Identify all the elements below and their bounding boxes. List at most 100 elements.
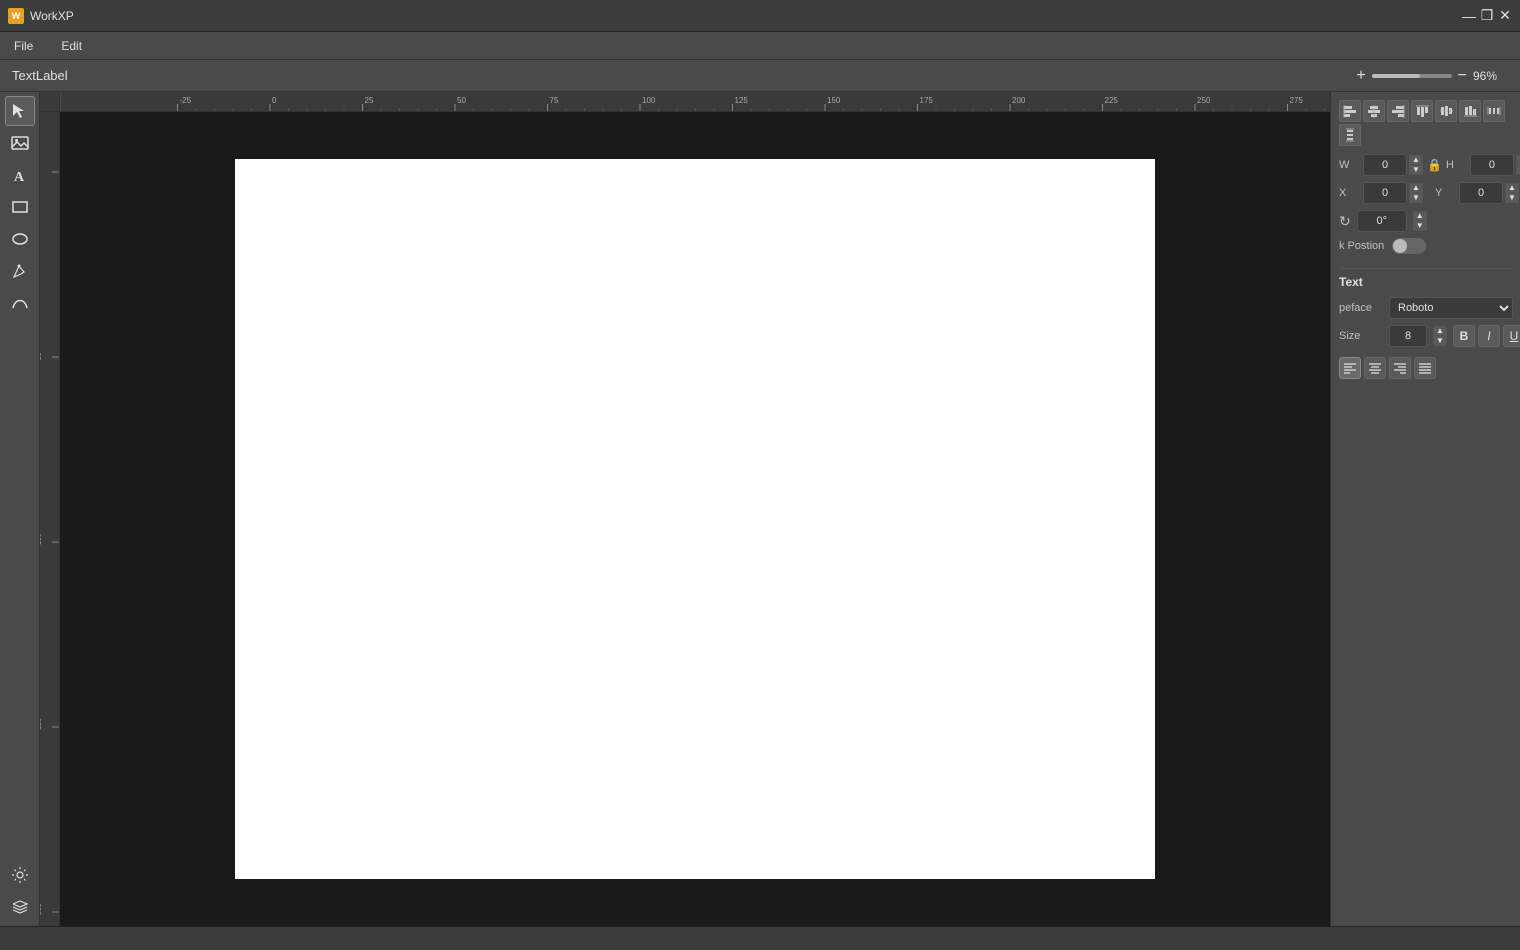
svg-text:-25: -25 <box>180 96 192 105</box>
align-vcenter-button[interactable] <box>1435 100 1457 122</box>
distribute-h-button[interactable] <box>1483 100 1505 122</box>
y-spinner: ▲ ▼ <box>1505 183 1519 203</box>
distribute-v-button[interactable] <box>1339 124 1361 146</box>
canvas-area[interactable] <box>60 112 1330 926</box>
w-label: W <box>1339 159 1359 171</box>
rotation-down-button[interactable]: ▼ <box>1413 221 1427 231</box>
size-down-button[interactable]: ▼ <box>1433 336 1447 346</box>
doc-bar: TextLabel + − 96% <box>0 60 1520 92</box>
w-up-button[interactable]: ▲ <box>1409 155 1423 165</box>
minimize-button[interactable]: — <box>1462 9 1476 23</box>
size-up-button[interactable]: ▲ <box>1433 326 1447 336</box>
align-top-button[interactable] <box>1411 100 1433 122</box>
panel-align-row <box>1339 100 1512 146</box>
lock-icon: 🔒 <box>1427 158 1442 172</box>
menu-file[interactable]: File <box>8 37 39 55</box>
w-spinner: ▲ ▼ <box>1409 155 1423 175</box>
font-select[interactable]: Roboto Arial Times New Roman Courier New <box>1389 297 1513 319</box>
rotation-row: ↻ ▲ ▼ <box>1339 210 1512 232</box>
x-spinner: ▲ ▼ <box>1409 183 1423 203</box>
maximize-button[interactable]: ❒ <box>1480 9 1494 23</box>
rotation-input[interactable] <box>1357 210 1407 232</box>
zoom-value: 96% <box>1473 69 1508 83</box>
bottom-bar <box>0 926 1520 950</box>
h-up-button[interactable]: ▲ <box>1516 155 1520 165</box>
kpos-label: k Postion <box>1339 240 1384 252</box>
x-down-button[interactable]: ▼ <box>1409 193 1423 203</box>
svg-text:50: 50 <box>457 96 466 105</box>
h-down-button[interactable]: ▼ <box>1516 165 1520 175</box>
arrow-tool[interactable] <box>5 96 35 126</box>
zoom-out-button[interactable]: − <box>1458 67 1467 85</box>
canvas-row: 50100150200 <box>40 112 1330 926</box>
menu-bar: File Edit <box>0 32 1520 60</box>
align-right-button[interactable] <box>1387 100 1409 122</box>
pen-tool[interactable] <box>5 256 35 286</box>
title-bar-left: W WorkXP <box>8 8 74 24</box>
svg-text:100: 100 <box>40 533 43 545</box>
left-toolbar: A <box>0 92 40 926</box>
h-ruler: -250255075100125150175200225250275 <box>60 92 1330 112</box>
svg-text:A: A <box>14 170 25 184</box>
x-input-group: ▲ ▼ <box>1363 182 1423 204</box>
underline-button[interactable]: U <box>1503 325 1520 347</box>
text-align-buttons <box>1339 357 1512 379</box>
text-align-justify-button[interactable] <box>1414 357 1436 379</box>
w-down-button[interactable]: ▼ <box>1409 165 1423 175</box>
y-down-button[interactable]: ▼ <box>1505 193 1519 203</box>
svg-text:75: 75 <box>550 96 559 105</box>
curve-tool[interactable] <box>5 288 35 318</box>
text-align-right-button[interactable] <box>1389 357 1411 379</box>
y-up-button[interactable]: ▲ <box>1505 183 1519 193</box>
zoom-slider-fill <box>1372 74 1420 78</box>
font-size-spinner: ▲ ▼ <box>1433 326 1447 346</box>
close-button[interactable]: ✕ <box>1498 9 1512 23</box>
svg-text:0: 0 <box>272 96 277 105</box>
image-tool[interactable] <box>5 128 35 158</box>
svg-text:250: 250 <box>1197 96 1211 105</box>
svg-text:200: 200 <box>40 903 43 915</box>
zoom-in-button[interactable]: + <box>1356 67 1365 85</box>
w-input[interactable] <box>1363 154 1407 176</box>
rotation-up-button[interactable]: ▲ <box>1413 211 1427 221</box>
xy-row: X ▲ ▼ Y ▲ ▼ <box>1339 182 1512 204</box>
h-input[interactable] <box>1470 154 1514 176</box>
svg-text:125: 125 <box>735 96 749 105</box>
bold-button[interactable]: B <box>1453 325 1475 347</box>
text-section-label: Text <box>1339 275 1512 289</box>
wh-row: W ▲ ▼ 🔒 H ▲ ▼ <box>1339 154 1512 176</box>
main-area: A <box>0 92 1520 926</box>
h-ruler-container: -250255075100125150175200225250275 50100… <box>40 92 1330 926</box>
text-align-left-button[interactable] <box>1339 357 1361 379</box>
align-left-button[interactable] <box>1339 100 1361 122</box>
divider1 <box>1339 268 1512 269</box>
right-panel: W ▲ ▼ 🔒 H ▲ ▼ X <box>1330 92 1520 926</box>
title-text: WorkXP <box>30 9 74 23</box>
rotation-spinner: ▲ ▼ <box>1413 211 1427 231</box>
zoom-slider[interactable] <box>1372 74 1452 78</box>
w-input-group: ▲ ▼ <box>1363 154 1423 176</box>
h-spinner: ▲ ▼ <box>1516 155 1520 175</box>
layers-tool[interactable] <box>5 892 35 922</box>
x-input[interactable] <box>1363 182 1407 204</box>
align-center-h-button[interactable] <box>1363 100 1385 122</box>
ruler-corner <box>40 92 60 112</box>
h-label: H <box>1446 159 1466 171</box>
font-label: peface <box>1339 302 1383 314</box>
font-size-input[interactable] <box>1389 325 1427 347</box>
text-align-center-button[interactable] <box>1364 357 1386 379</box>
italic-button[interactable]: I <box>1478 325 1500 347</box>
ellipse-tool[interactable] <box>5 224 35 254</box>
text-tool[interactable]: A <box>5 160 35 190</box>
menu-edit[interactable]: Edit <box>55 37 88 55</box>
x-up-button[interactable]: ▲ <box>1409 183 1423 193</box>
align-bottom-button[interactable] <box>1459 100 1481 122</box>
x-label: X <box>1339 187 1359 199</box>
toggle-knob <box>1393 239 1407 253</box>
h-input-group: ▲ ▼ <box>1470 154 1520 176</box>
rectangle-tool[interactable] <box>5 192 35 222</box>
size-label: Size <box>1339 330 1383 342</box>
y-input[interactable] <box>1459 182 1503 204</box>
kpos-toggle[interactable] <box>1392 238 1426 254</box>
settings-tool[interactable] <box>5 860 35 890</box>
